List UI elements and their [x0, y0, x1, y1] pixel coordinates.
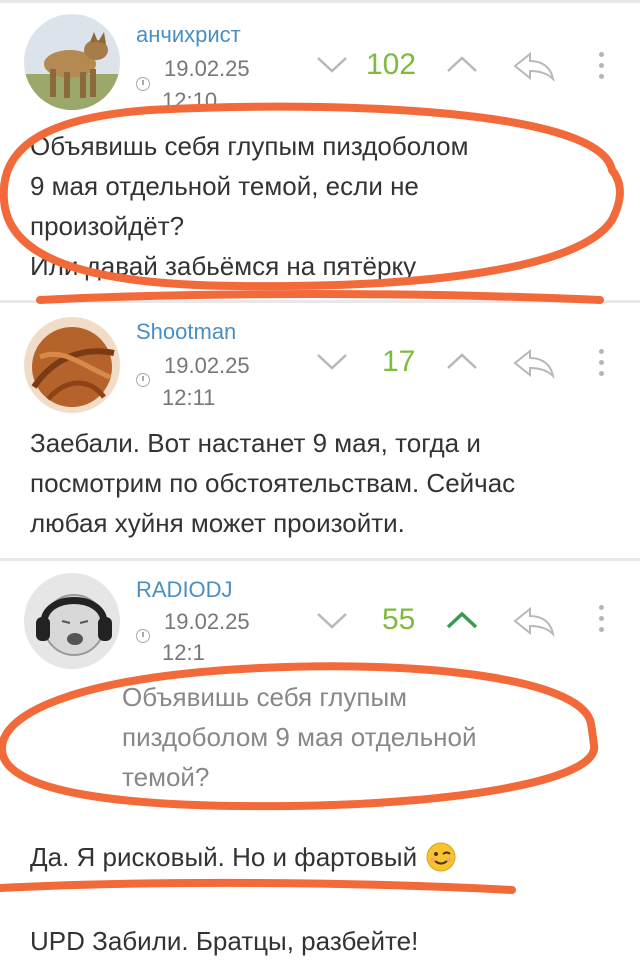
rating: 102	[366, 48, 417, 81]
clock-icon	[136, 77, 150, 91]
comment-line: посмотрим по обстоятельствам. Сейчас	[30, 468, 516, 498]
comment-time: 12:10	[162, 88, 218, 113]
comment-line: любая хуйня может произойти.	[30, 508, 405, 538]
comment-line: Объявишь себя глупым пиздоболом	[30, 131, 469, 161]
avatar[interactable]	[24, 14, 120, 110]
comment-3: RADIODJ 19.02.25 12:1 55 Объявишь себя г…	[0, 561, 640, 974]
quote-line: Объявишь себя глупым	[122, 682, 408, 712]
more-vertical-icon[interactable]	[598, 349, 606, 382]
quoted-text: Объявишь себя глупым пиздоболом 9 мая от…	[122, 677, 476, 797]
rating: 17	[382, 345, 416, 378]
comment-line: Заебали. Вот настанет 9 мая, тогда и	[30, 428, 481, 458]
comment-date: 19.02.25	[164, 353, 250, 378]
username[interactable]: RADIODJ	[136, 577, 233, 603]
comment-body: Заебали. Вот настанет 9 мая, тогда и пос…	[30, 423, 515, 543]
reply-line: Да. Я рисковый. Но и фартовый	[30, 842, 418, 872]
chevron-down-icon[interactable]	[316, 610, 348, 635]
chevron-up-icon[interactable]	[446, 54, 478, 79]
username[interactable]: анчихрист	[136, 22, 241, 48]
comment-1: анчихрист 19.02.25 12:10 102 Объявишь се…	[0, 0, 640, 300]
reply-arrow-icon[interactable]	[512, 347, 556, 384]
chevron-up-icon[interactable]	[446, 351, 478, 376]
avatar-dog-image	[24, 14, 120, 110]
more-vertical-icon[interactable]	[598, 52, 606, 85]
avatar[interactable]	[24, 317, 120, 413]
reply-arrow-icon[interactable]	[512, 605, 556, 642]
comment-body: Объявишь себя глупым пиздоболом 9 мая от…	[30, 126, 468, 286]
clock-icon	[136, 373, 150, 387]
more-vertical-icon[interactable]	[598, 605, 606, 638]
reply-text: Да. Я рисковый. Но и фартовый	[30, 837, 456, 883]
comment-time: 12:1	[162, 640, 205, 665]
quote-line: пиздоболом 9 мая отдельной	[122, 722, 477, 752]
comment-date: 19.02.25	[164, 56, 250, 81]
winking-face-emoji-icon	[426, 842, 456, 883]
comment-2: Shootman 19.02.25 12:11 17 Заебали. Вот …	[0, 303, 640, 558]
update-text: UPD Забили. Братцы, разбейте!	[30, 926, 419, 956]
quote-line: темой?	[122, 762, 210, 792]
comment-line: 9 мая отдельной темой, если не	[30, 171, 419, 201]
avatar-baby-headphones-image	[24, 573, 120, 669]
username[interactable]: Shootman	[136, 319, 236, 345]
chevron-down-icon[interactable]	[316, 54, 348, 79]
chevron-up-icon[interactable]	[446, 610, 478, 635]
chevron-down-icon[interactable]	[316, 351, 348, 376]
rating: 55	[382, 603, 416, 636]
comment-line: произойдёт?	[30, 211, 185, 241]
comment-time: 12:11	[162, 385, 216, 410]
comment-line: Или давай забьёмся на пятёрку	[30, 251, 417, 281]
avatar[interactable]	[24, 573, 120, 669]
reply-arrow-icon[interactable]	[512, 50, 556, 87]
avatar-hair-image	[24, 317, 120, 413]
clock-icon	[136, 629, 150, 643]
comment-date: 19.02.25	[164, 609, 250, 634]
